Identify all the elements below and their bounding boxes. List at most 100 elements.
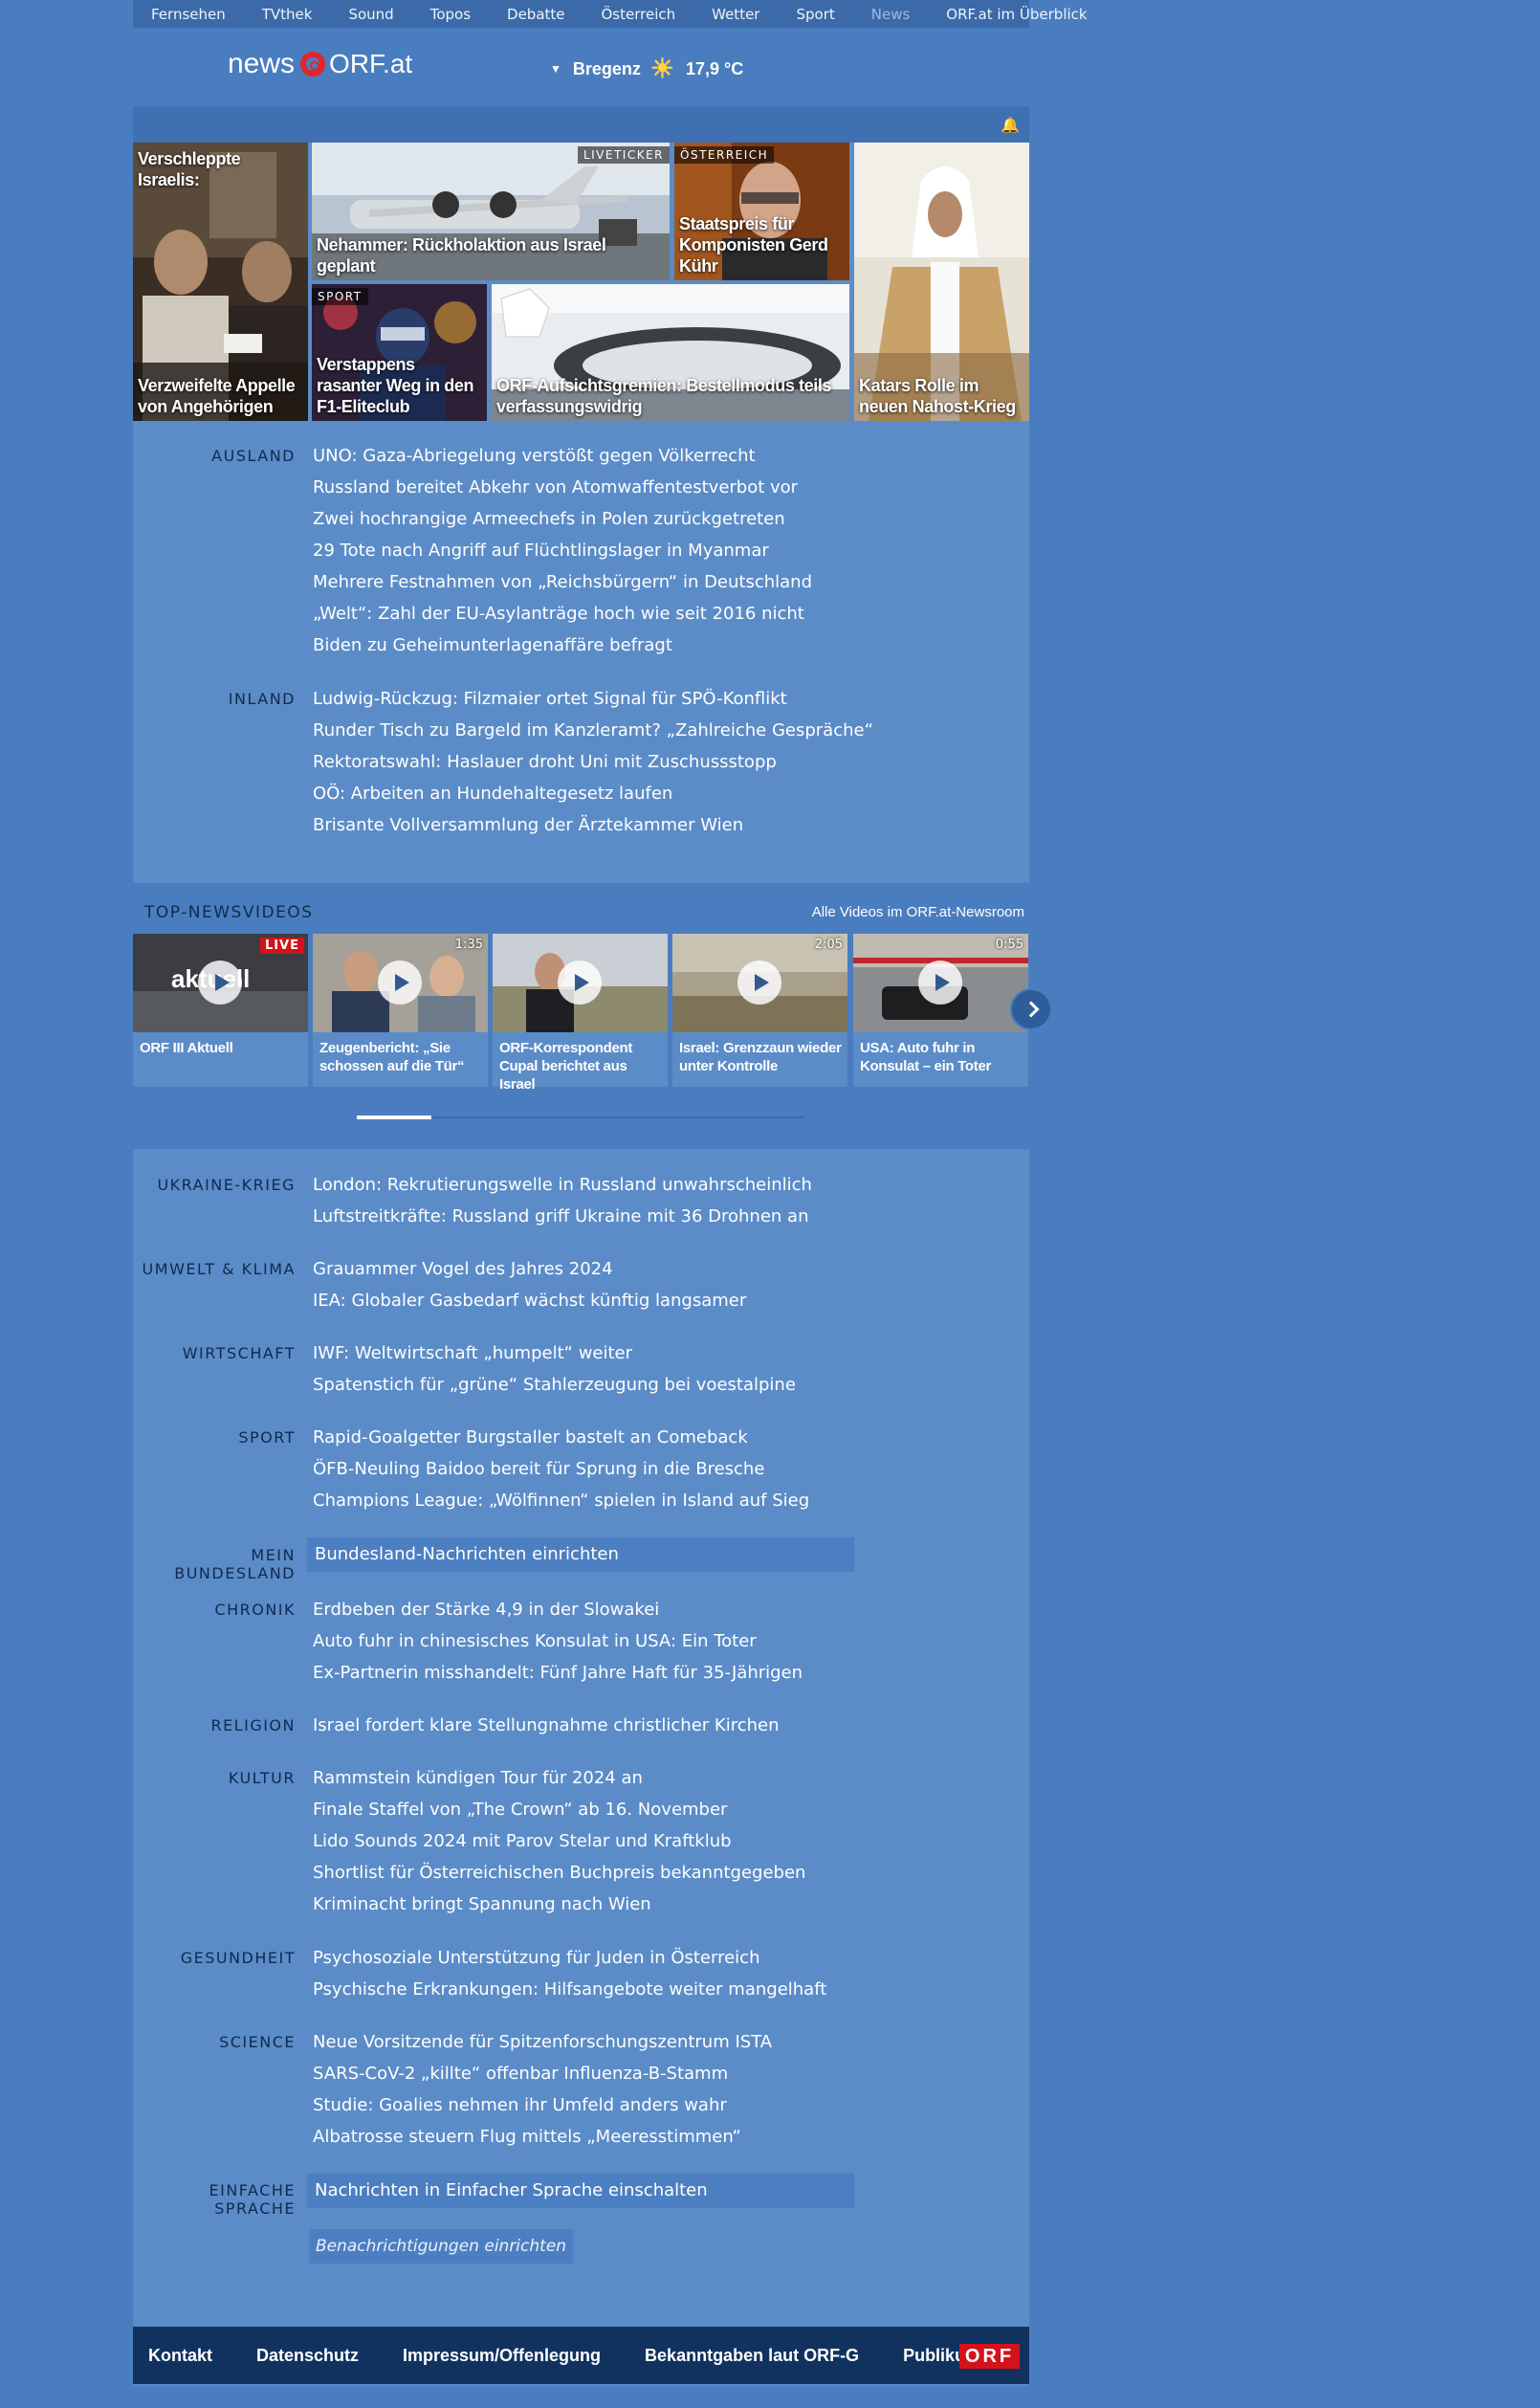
video-scrollbar[interactable] xyxy=(357,1116,804,1119)
list-item[interactable]: Albatrosse steuern Flug mittels „Meeress… xyxy=(313,2121,772,2153)
weather-location[interactable]: Bregenz xyxy=(573,59,641,79)
list-item[interactable]: Russland bereitet Abkehr von Atomwaffent… xyxy=(313,472,812,503)
list-item[interactable]: Psychosoziale Unterstützung für Juden in… xyxy=(313,1942,826,1974)
teaser-verstappen-tag: SPORT xyxy=(312,288,368,305)
play-icon[interactable] xyxy=(558,961,602,1005)
list-item[interactable]: Erdbeben der Stärke 4,9 in der Slowakei xyxy=(313,1594,803,1625)
list-item[interactable]: IWF: Weltwirtschaft „humpelt“ weiter xyxy=(313,1337,796,1369)
list-item[interactable]: Kriminacht bringt Spannung nach Wien xyxy=(313,1889,805,1920)
nav-news[interactable]: News xyxy=(853,6,929,23)
bundesland-setup-button[interactable]: Bundesland-Nachrichten einrichten xyxy=(307,1537,854,1572)
list-item[interactable]: Rammstein kündigen Tour für 2024 an xyxy=(313,1762,805,1794)
list-item[interactable]: Israel fordert klare Stellungnahme chris… xyxy=(313,1710,780,1741)
teaser-orf-board-title: ORF-Aufsichtsgremien: Bestellmodus teils… xyxy=(496,376,832,416)
list-item[interactable]: Champions League: „Wölfinnen“ spielen in… xyxy=(313,1485,809,1516)
play-icon[interactable] xyxy=(378,961,422,1005)
category-label: WIRTSCHAFT xyxy=(182,1344,296,1362)
video-card[interactable]: 2:05 Israel: Grenzzaun wieder unter Kont… xyxy=(672,934,847,1087)
category-label: MEIN BUNDESLAND xyxy=(174,1546,296,1582)
bell-icon[interactable]: 🔔 xyxy=(1001,116,1020,134)
list-item[interactable]: Grauammer Vogel des Jahres 2024 xyxy=(313,1253,746,1285)
list-item[interactable]: Lido Sounds 2024 mit Parov Stelar und Kr… xyxy=(313,1825,805,1857)
footer-link-impressum[interactable]: Impressum/Offenlegung xyxy=(403,2346,601,2366)
location-dropdown-icon[interactable]: ▼ xyxy=(550,62,561,76)
nav-topos[interactable]: Topos xyxy=(412,6,489,23)
category-label: AUSLAND xyxy=(211,447,296,465)
list-item[interactable]: 29 Tote nach Angriff auf Flüchtlingslage… xyxy=(313,535,812,566)
footer-link-datenschutz[interactable]: Datenschutz xyxy=(256,2346,359,2366)
video-card[interactable]: 1:35 Zeugenbericht: „Sie schossen auf di… xyxy=(313,934,488,1087)
nav-wetter[interactable]: Wetter xyxy=(693,6,778,23)
teaser-evacuation-tag: LIVETICKER xyxy=(577,146,670,164)
list-item[interactable]: Studie: Goalies nehmen ihr Umfeld anders… xyxy=(313,2089,772,2121)
nav-orf-overview[interactable]: ORF.at im Überblick xyxy=(928,6,1105,23)
news-list: Ludwig-Rückzug: Filzmaier ortet Signal f… xyxy=(313,683,873,841)
video-card[interactable]: ORF-Korrespondent Cupal berichtet aus Is… xyxy=(493,934,668,1093)
list-item[interactable]: Runder Tisch zu Bargeld im Kanzleramt? „… xyxy=(313,715,873,746)
list-item[interactable]: Rapid-Goalgetter Burgstaller bastelt an … xyxy=(313,1422,809,1453)
list-item[interactable]: Psychische Erkrankungen: Hilfsangebote w… xyxy=(313,1974,826,2005)
video-scrollbar-thumb[interactable] xyxy=(357,1116,431,1119)
play-icon[interactable] xyxy=(918,961,962,1005)
teaser-verstappen[interactable]: SPORT Verstappens rasanter Weg in den F1… xyxy=(312,284,487,421)
list-item[interactable]: Mehrere Festnahmen von „Reichsbürgern“ i… xyxy=(313,566,812,598)
logo-orf-text: ORF.at xyxy=(329,49,413,78)
category-label: SPORT xyxy=(238,1428,296,1447)
sun-icon: ☀ xyxy=(649,54,675,83)
list-item[interactable]: ÖFB-Neuling Baidoo bereit für Sprung in … xyxy=(313,1453,809,1485)
list-item[interactable]: UNO: Gaza-Abriegelung verstößt gegen Völ… xyxy=(313,440,812,472)
video-duration: 0:55 xyxy=(995,938,1023,952)
nav-sport[interactable]: Sport xyxy=(778,6,852,23)
video-thumbnail: aktuell LIVE xyxy=(133,934,308,1032)
video-section-header: TOP-NEWSVIDEOS Alle Videos im ORF.at-New… xyxy=(133,899,1029,928)
nav-debatte[interactable]: Debatte xyxy=(489,6,583,23)
weather-widget[interactable]: ▼ Bregenz ☀ 17,9 °C xyxy=(550,55,743,82)
list-item[interactable]: IEA: Globaler Gasbedarf wächst künftig l… xyxy=(313,1285,746,1316)
list-item[interactable]: „Welt“: Zahl der EU-Asylanträge hoch wie… xyxy=(313,598,812,630)
simple-language-toggle-button[interactable]: Nachrichten in Einfacher Sprache einscha… xyxy=(307,2174,854,2208)
list-item[interactable]: Ludwig-Rückzug: Filzmaier ortet Signal f… xyxy=(313,683,873,715)
list-item[interactable]: Finale Staffel von „The Crown“ ab 16. No… xyxy=(313,1794,805,1825)
play-icon[interactable] xyxy=(198,961,242,1005)
category-label: EINFACHE SPRACHE xyxy=(209,2181,296,2218)
footer-link-kontakt[interactable]: Kontakt xyxy=(148,2346,212,2366)
nav-tvthek[interactable]: TVthek xyxy=(244,6,331,23)
orf-logo[interactable]: ORF xyxy=(959,2344,1020,2369)
category-label: CHRONIK xyxy=(214,1601,296,1619)
footer-link-bekanntgaben[interactable]: Bekanntgaben laut ORF-G xyxy=(645,2346,859,2366)
video-title: Israel: Grenzzaun wieder unter Kontrolle xyxy=(679,1040,842,1074)
teaser-evacuation[interactable]: LIVETICKER Nehammer: Rückholaktion aus I… xyxy=(312,143,670,280)
teaser-orf-board[interactable]: ORF-Aufsichtsgremien: Bestellmodus teils… xyxy=(492,284,849,421)
list-item[interactable]: Shortlist für Österreichischen Buchpreis… xyxy=(313,1857,805,1889)
list-item[interactable]: London: Rekrutierungswelle in Russland u… xyxy=(313,1169,812,1201)
teaser-hostages[interactable]: Verschleppte Israelis: Verzweifelte Appe… xyxy=(133,143,308,421)
orf-news-logo[interactable]: news ORF.at xyxy=(228,48,412,80)
list-item[interactable]: Biden zu Geheimunterlagenaffäre befragt xyxy=(313,630,812,661)
orf-eye-icon xyxy=(300,52,326,77)
list-item[interactable]: Auto fuhr in chinesisches Konsulat in US… xyxy=(313,1625,803,1657)
list-item[interactable]: SARS-CoV-2 „killte“ offenbar Influenza-B… xyxy=(313,2058,772,2089)
teaser-qatar[interactable]: Katars Rolle im neuen Nahost-Krieg xyxy=(854,143,1029,421)
teaser-verstappen-title: Verstappens rasanter Weg in den F1-Elite… xyxy=(317,355,474,416)
teaser-composer[interactable]: ÖSTERREICH Staatspreis für Komponisten G… xyxy=(674,143,849,280)
video-card[interactable]: aktuell LIVE ORF III Aktuell xyxy=(133,934,308,1087)
list-item[interactable]: Brisante Vollversammlung der Ärztekammer… xyxy=(313,809,873,841)
next-arrow-icon[interactable] xyxy=(1010,988,1052,1030)
list-item[interactable]: Rektoratswahl: Haslauer droht Uni mit Zu… xyxy=(313,746,873,778)
notification-bar: 🔔 xyxy=(133,106,1029,143)
list-item[interactable]: Luftstreitkräfte: Russland griff Ukraine… xyxy=(313,1201,812,1232)
list-item[interactable]: Neue Vorsitzende für Spitzenforschungsze… xyxy=(313,2026,772,2058)
nav-oesterreich[interactable]: Österreich xyxy=(583,6,694,23)
video-card[interactable]: 0:55 USA: Auto fuhr in Konsulat – ein To… xyxy=(853,934,1028,1087)
all-videos-link[interactable]: Alle Videos im ORF.at-Newsroom xyxy=(812,904,1024,920)
logo-news-text: news xyxy=(228,48,296,79)
video-thumbnail: 1:35 xyxy=(313,934,488,1032)
list-item[interactable]: Ex-Partnerin misshandelt: Fünf Jahre Haf… xyxy=(313,1657,803,1689)
notifications-setup-button[interactable]: Benachrichtigungen einrichten xyxy=(309,2229,573,2264)
play-icon[interactable] xyxy=(737,961,781,1005)
nav-sound[interactable]: Sound xyxy=(330,6,411,23)
list-item[interactable]: Zwei hochrangige Armeechefs in Polen zur… xyxy=(313,503,812,535)
list-item[interactable]: Spatenstich für „grüne“ Stahlerzeugung b… xyxy=(313,1369,796,1401)
nav-fernsehen[interactable]: Fernsehen xyxy=(133,6,244,23)
list-item[interactable]: OÖ: Arbeiten an Hundehaltegesetz laufen xyxy=(313,778,873,809)
